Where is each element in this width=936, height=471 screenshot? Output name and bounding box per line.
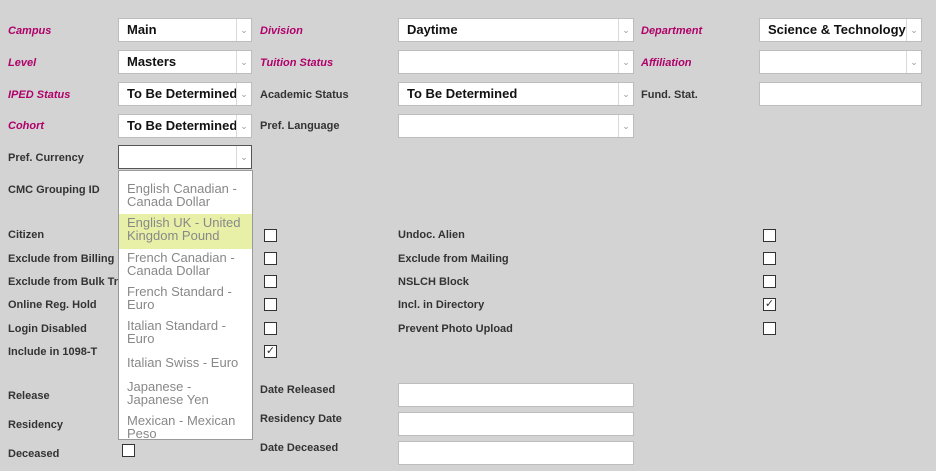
iped-status-value: To Be Determined bbox=[127, 86, 238, 101]
academic-status-label: Academic Status bbox=[260, 89, 349, 101]
citizen-label: Citizen bbox=[8, 229, 45, 241]
campus-value: Main bbox=[127, 22, 157, 37]
release-label: Release bbox=[8, 390, 50, 402]
exclude-bulk-label: Exclude from Bulk Tra bbox=[8, 276, 125, 288]
deceased-checkbox[interactable] bbox=[122, 444, 135, 457]
exclude-billing-checkbox[interactable] bbox=[264, 252, 277, 265]
pref-currency-select[interactable]: ⌄ bbox=[118, 145, 252, 169]
nslch-block-label: NSLCH Block bbox=[398, 276, 469, 288]
department-value: Science & Technology bbox=[768, 22, 906, 37]
cohort-label: Cohort bbox=[8, 120, 45, 132]
currency-option[interactable]: French Canadian - Canada Dollar bbox=[119, 249, 252, 283]
tuition-status-select[interactable]: ⌄ bbox=[398, 50, 634, 74]
login-disabled-label: Login Disabled bbox=[8, 323, 87, 335]
incl-directory-checkbox[interactable]: ✓ bbox=[763, 298, 776, 311]
include-1098t-checkbox[interactable]: ✓ bbox=[264, 345, 277, 358]
fund-stat-input[interactable] bbox=[759, 82, 922, 106]
chevron-down-icon: ⌄ bbox=[618, 19, 633, 41]
exclude-mailing-label: Exclude from Mailing bbox=[398, 253, 509, 265]
currency-option[interactable]: Japanese - Japanese Yen bbox=[119, 378, 252, 412]
online-reg-hold-checkbox[interactable] bbox=[264, 298, 277, 311]
iped-status-select[interactable]: To Be Determined ⌄ bbox=[118, 82, 252, 106]
chevron-down-icon: ⌄ bbox=[236, 146, 251, 168]
chevron-down-icon: ⌄ bbox=[236, 51, 251, 73]
currency-option-highlighted[interactable]: English UK - United Kingdom Pound bbox=[119, 214, 252, 249]
division-select[interactable]: Daytime ⌄ bbox=[398, 18, 634, 42]
level-select[interactable]: Masters ⌄ bbox=[118, 50, 252, 74]
undoc-alien-label: Undoc. Alien bbox=[398, 229, 465, 241]
residency-date-input[interactable] bbox=[398, 412, 634, 436]
check-icon: ✓ bbox=[764, 298, 775, 310]
currency-dropdown-list[interactable]: English Canadian - Canada Dollar English… bbox=[118, 170, 253, 440]
cmc-grouping-id-label: CMC Grouping ID bbox=[8, 184, 100, 196]
deceased-label: Deceased bbox=[8, 448, 60, 460]
chevron-down-icon: ⌄ bbox=[236, 83, 251, 105]
login-disabled-checkbox[interactable] bbox=[264, 322, 277, 335]
prevent-photo-label: Prevent Photo Upload bbox=[398, 323, 513, 335]
tuition-status-label: Tuition Status bbox=[260, 57, 334, 69]
chevron-down-icon: ⌄ bbox=[236, 19, 251, 41]
academic-status-select[interactable]: To Be Determined ⌄ bbox=[398, 82, 634, 106]
affiliation-select[interactable]: ⌄ bbox=[759, 50, 922, 74]
level-label: Level bbox=[8, 57, 37, 69]
pref-language-label: Pref. Language bbox=[260, 120, 340, 132]
cohort-value: To Be Determined bbox=[127, 118, 238, 133]
currency-option[interactable]: Mexican - Mexican Peso bbox=[119, 412, 252, 439]
chevron-down-icon: ⌄ bbox=[906, 19, 921, 41]
exclude-bulk-checkbox[interactable] bbox=[264, 275, 277, 288]
currency-option[interactable]: French Standard - Euro bbox=[119, 283, 252, 317]
chevron-down-icon: ⌄ bbox=[906, 51, 921, 73]
department-select[interactable]: Science & Technology ⌄ bbox=[759, 18, 922, 42]
division-label: Division bbox=[260, 25, 303, 37]
cohort-select[interactable]: To Be Determined ⌄ bbox=[118, 114, 252, 138]
date-deceased-label: Date Deceased bbox=[260, 442, 339, 454]
pref-language-select[interactable]: ⌄ bbox=[398, 114, 634, 138]
chevron-down-icon: ⌄ bbox=[618, 115, 633, 137]
division-value: Daytime bbox=[407, 22, 458, 37]
undoc-alien-checkbox[interactable] bbox=[763, 229, 776, 242]
check-icon: ✓ bbox=[265, 345, 276, 357]
fund-stat-label: Fund. Stat. bbox=[641, 89, 698, 101]
incl-directory-label: Incl. in Directory bbox=[398, 299, 485, 311]
date-released-label: Date Released bbox=[260, 384, 336, 396]
nslch-block-checkbox[interactable] bbox=[763, 275, 776, 288]
level-value: Masters bbox=[127, 54, 177, 69]
include-1098t-label: Include in 1098-T bbox=[8, 346, 98, 358]
date-deceased-input[interactable] bbox=[398, 441, 634, 465]
online-reg-hold-label: Online Reg. Hold bbox=[8, 299, 97, 311]
campus-select[interactable]: Main ⌄ bbox=[118, 18, 252, 42]
campus-label: Campus bbox=[8, 25, 52, 37]
department-label: Department bbox=[641, 25, 703, 37]
exclude-billing-label: Exclude from Billing bbox=[8, 253, 115, 265]
currency-option[interactable]: Italian Standard - Euro bbox=[119, 317, 252, 351]
residency-label: Residency bbox=[8, 419, 64, 431]
chevron-down-icon: ⌄ bbox=[618, 51, 633, 73]
citizen-checkbox[interactable] bbox=[264, 229, 277, 242]
chevron-down-icon: ⌄ bbox=[236, 115, 251, 137]
prevent-photo-checkbox[interactable] bbox=[763, 322, 776, 335]
currency-option[interactable]: English Canadian - Canada Dollar bbox=[119, 180, 252, 214]
date-released-input[interactable] bbox=[398, 383, 634, 407]
affiliation-label: Affiliation bbox=[641, 57, 692, 69]
chevron-down-icon: ⌄ bbox=[618, 83, 633, 105]
pref-currency-label: Pref. Currency bbox=[8, 152, 84, 164]
iped-status-label: IPED Status bbox=[8, 89, 71, 101]
residency-date-label: Residency Date bbox=[260, 413, 342, 425]
academic-status-value: To Be Determined bbox=[407, 86, 518, 101]
exclude-mailing-checkbox[interactable] bbox=[763, 252, 776, 265]
currency-option[interactable]: Italian Swiss - Euro bbox=[119, 351, 252, 378]
